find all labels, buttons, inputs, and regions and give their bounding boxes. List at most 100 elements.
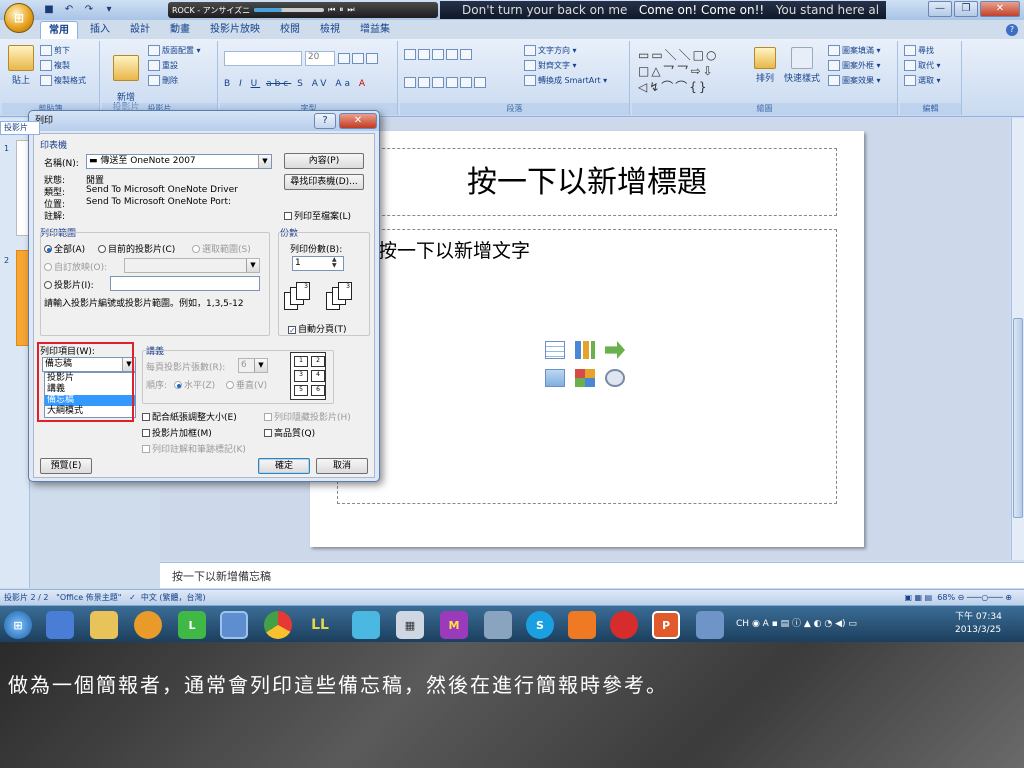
order-vertical-radio[interactable]: 垂直(V) (226, 378, 267, 391)
app-icon[interactable] (610, 611, 638, 639)
strikethrough-icon[interactable]: abc (266, 79, 291, 89)
grow-font-icon[interactable] (337, 53, 350, 64)
align-right-icon[interactable] (432, 77, 444, 88)
folder-icon[interactable] (90, 611, 118, 639)
properties-button[interactable]: 內容(P) (284, 153, 364, 169)
per-page-select[interactable]: 6 ▼ (238, 358, 268, 373)
office-button[interactable]: ⊞ (4, 3, 34, 33)
tab-slideshow[interactable]: 投影片放映 (202, 21, 268, 39)
dialog-help-button[interactable]: ? (314, 113, 336, 129)
bold-icon[interactable]: B (224, 79, 233, 89)
high-quality-checkbox[interactable]: 高品質(Q) (264, 426, 315, 439)
insert-picture-icon[interactable] (545, 369, 565, 387)
view-buttons[interactable]: ▣ ▦ ▤ (904, 593, 932, 602)
spinner-arrows-icon[interactable]: ▲ ▼ (332, 257, 337, 269)
chrome-icon[interactable] (264, 611, 292, 639)
app-icon[interactable]: M (440, 611, 468, 639)
change-case-icon[interactable]: Aa (335, 79, 353, 89)
start-orb[interactable]: ⊞ (4, 611, 32, 639)
insert-chart-icon[interactable] (575, 341, 595, 359)
tray-icons[interactable]: ◉ A ▪ ▤ ⓘ ▲ ◐ ◔ ◀) ▭ (752, 619, 857, 629)
char-spacing-icon[interactable]: AV (312, 79, 330, 89)
zoom-level[interactable]: 68% (937, 593, 955, 602)
shadow-icon[interactable]: S (297, 79, 306, 89)
find-button[interactable]: 尋找 (904, 43, 941, 58)
paste-button[interactable]: 貼上 (6, 45, 36, 86)
decrease-indent-icon[interactable] (432, 49, 444, 60)
help-icon[interactable]: ? (1006, 24, 1018, 36)
distributed-icon[interactable] (460, 77, 472, 88)
insert-media-icon[interactable] (605, 369, 625, 387)
scale-to-fit-checkbox[interactable]: 配合紙張調整大小(E) (142, 410, 237, 423)
printer-name-select[interactable]: ▬ 傳送至 OneNote 2007 ▼ (86, 154, 272, 169)
copy-button[interactable]: 複製 (40, 58, 86, 73)
tab-home[interactable]: 常用 (40, 21, 78, 39)
customize-qat-icon[interactable]: ▾ (102, 3, 116, 16)
order-horizontal-radio[interactable]: 水平(Z) (174, 378, 215, 391)
numbering-icon[interactable] (418, 49, 430, 60)
powerpoint-icon[interactable]: P (652, 611, 680, 639)
line-icon[interactable]: L (178, 611, 206, 639)
print-hidden-checkbox[interactable]: 列印隱藏投影片(H) (264, 410, 351, 423)
align-center-icon[interactable] (418, 77, 430, 88)
minimize-button[interactable]: — (928, 1, 952, 17)
chevron-down-icon[interactable]: ▼ (254, 359, 267, 372)
insert-table-icon[interactable] (545, 341, 565, 359)
app-icon[interactable]: LL (306, 611, 334, 639)
language-indicator[interactable]: 中文 (繁體，台灣) (141, 593, 206, 602)
font-name-combo[interactable] (224, 51, 302, 66)
tab-view[interactable]: 檢視 (312, 21, 348, 39)
ok-button[interactable]: 確定 (258, 458, 310, 474)
format-painter-button[interactable]: 複製格式 (40, 73, 86, 88)
slides-range-radio[interactable]: 投影片(I): (44, 278, 94, 291)
cut-button[interactable]: 剪下 (40, 43, 86, 58)
maximize-button[interactable]: ❐ (954, 1, 978, 17)
taskbar-clock[interactable]: 下午 07:34 2013/3/25 (955, 611, 1002, 637)
slides-range-input[interactable] (110, 276, 260, 291)
select-button[interactable]: 選取 ▾ (904, 73, 941, 88)
insert-smartart-icon[interactable] (605, 341, 625, 359)
prev-icon[interactable]: ⏮ (328, 5, 335, 15)
pause-icon[interactable]: ⏸ (339, 5, 343, 15)
smartart-button[interactable]: 轉換成 SmartArt ▾ (524, 73, 607, 88)
preview-button[interactable]: 預覽(E) (40, 458, 92, 474)
increase-indent-icon[interactable] (446, 49, 458, 60)
justify-icon[interactable] (446, 77, 458, 88)
skype-icon[interactable]: S (526, 611, 554, 639)
vertical-scrollbar[interactable] (1011, 118, 1024, 560)
align-text-button[interactable]: 對齊文字 ▾ (524, 58, 607, 73)
find-printer-button[interactable]: 尋找印表機(D)... (284, 174, 364, 190)
underline-icon[interactable]: U (251, 79, 261, 89)
arrange-button[interactable]: 排列 (750, 47, 780, 84)
italic-icon[interactable]: I (239, 79, 245, 89)
shape-effects-button[interactable]: 圖案效果 ▾ (828, 73, 881, 88)
body-placeholder-text[interactable]: 按一下以新增文字 (378, 236, 530, 263)
undo-icon[interactable]: ↶ (62, 3, 76, 16)
reset-button[interactable]: 重設 (148, 58, 201, 73)
scroll-thumb[interactable] (1013, 318, 1023, 518)
calc-icon[interactable]: ▦ (396, 611, 424, 639)
redo-icon[interactable]: ↷ (82, 3, 96, 16)
frame-slides-checkbox[interactable]: 投影片加框(M) (142, 426, 212, 439)
spellcheck-icon[interactable]: ✓ (129, 593, 136, 602)
bullets-icon[interactable] (404, 49, 416, 60)
chevron-down-icon[interactable]: ▼ (246, 259, 259, 272)
tab-design[interactable]: 設計 (122, 21, 158, 39)
range-current-radio[interactable]: 目前的投影片(C) (98, 242, 175, 255)
text-direction-button[interactable]: 文字方向 ▾ (524, 43, 607, 58)
tab-animations[interactable]: 動畫 (162, 21, 198, 39)
tab-insert[interactable]: 插入 (82, 21, 118, 39)
firefox-icon[interactable] (220, 611, 248, 639)
next-icon[interactable]: ⏭ (347, 5, 354, 15)
font-size-combo[interactable]: 20 (304, 51, 335, 66)
range-selection-radio[interactable]: 選取範圍(S) (192, 242, 251, 255)
tab-review[interactable]: 校閱 (272, 21, 308, 39)
media-progress[interactable] (254, 8, 325, 12)
save-icon[interactable]: ■ (42, 3, 56, 16)
print-to-file-checkbox[interactable]: 列印至檔案(L) (284, 209, 351, 222)
title-placeholder[interactable]: 按一下以新增標題 (337, 148, 837, 216)
notes-pane[interactable]: 按一下以新增備忘稿 (160, 562, 1024, 588)
app-icon[interactable] (484, 611, 512, 639)
browser-icon[interactable] (134, 611, 162, 639)
cancel-button[interactable]: 取消 (316, 458, 368, 474)
